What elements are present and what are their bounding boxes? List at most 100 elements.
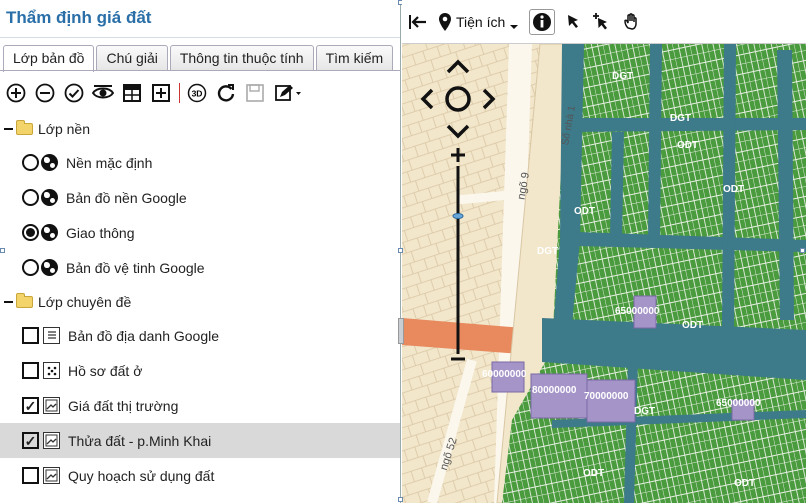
layer-label: Giá đất thị trường bbox=[68, 397, 179, 414]
street-label: ngõ 9 bbox=[515, 171, 533, 201]
globe-icon bbox=[41, 224, 58, 241]
dice-icon bbox=[43, 362, 60, 379]
street-label: Số nhà 1 bbox=[560, 104, 578, 147]
layer-market-land-price[interactable]: ✓ Giá đất thị trường bbox=[0, 388, 400, 423]
resize-handle[interactable] bbox=[0, 248, 5, 253]
table-icon[interactable] bbox=[121, 82, 143, 104]
layer-panel: Thẩm định giá đất Lớp bản đồ Chú giải Th… bbox=[0, 0, 401, 503]
save-icon[interactable] bbox=[244, 82, 266, 104]
checkbox[interactable] bbox=[22, 467, 39, 484]
eye-icon[interactable] bbox=[92, 82, 114, 104]
price-label: 65000000 bbox=[615, 306, 660, 317]
pan-center-icon[interactable] bbox=[445, 86, 471, 112]
price-label: 65000000 bbox=[716, 398, 761, 409]
layer-label: Bản đồ nền Google bbox=[66, 189, 187, 206]
select-arrow-icon[interactable] bbox=[565, 12, 583, 32]
tab-search[interactable]: Tìm kiếm bbox=[315, 45, 394, 70]
refresh-icon[interactable] bbox=[215, 82, 237, 104]
layer-label: Giao thông bbox=[66, 224, 135, 241]
parcel-label: ODT bbox=[734, 478, 756, 489]
parcel-label: ODT bbox=[574, 206, 596, 217]
select-add-icon[interactable] bbox=[593, 12, 613, 32]
checkbox-checked[interactable]: ✓ bbox=[22, 432, 39, 449]
pan-right-icon[interactable] bbox=[482, 88, 496, 110]
layer-traffic[interactable]: Giao thông bbox=[0, 215, 400, 250]
panel-title: Thẩm định giá đất bbox=[0, 0, 400, 38]
map-toolbar: Tiện ích bbox=[402, 0, 806, 44]
resize-handle[interactable] bbox=[800, 248, 805, 253]
layer-label: Bản đồ địa danh Google bbox=[68, 327, 220, 344]
panel-splitter[interactable] bbox=[398, 318, 404, 344]
checkbox[interactable] bbox=[22, 327, 39, 344]
document-icon bbox=[43, 327, 60, 344]
price-label: 80000000 bbox=[532, 385, 577, 396]
map-navigation-control bbox=[420, 56, 496, 366]
layer-land-use-planning[interactable]: Quy hoạch sử dụng đất bbox=[0, 458, 400, 493]
layer-residential-records[interactable]: Hồ sơ đất ở bbox=[0, 353, 400, 388]
parcel-label: DGT bbox=[537, 246, 559, 257]
exit-icon[interactable] bbox=[408, 12, 428, 32]
dropdown-caret-icon bbox=[510, 24, 519, 29]
edit-icon[interactable] bbox=[273, 82, 303, 104]
layer-label: Thửa đất - p.Minh Khai bbox=[68, 432, 212, 449]
map-layer-icon bbox=[43, 432, 60, 449]
tab-divider bbox=[0, 70, 401, 71]
check-icon[interactable] bbox=[63, 82, 85, 104]
layer-tree: Lớp nền Nền mặc định Bản đồ nền Google G… bbox=[0, 112, 400, 493]
tab-attributes[interactable]: Thông tin thuộc tính bbox=[169, 45, 314, 70]
layer-parcels-minh-khai[interactable]: ✓ Thửa đất - p.Minh Khai bbox=[0, 423, 400, 458]
checkbox[interactable] bbox=[22, 362, 39, 379]
radio-button[interactable] bbox=[22, 259, 39, 276]
map-layer-icon bbox=[43, 467, 60, 484]
price-label: 70000000 bbox=[584, 391, 629, 402]
collapse-icon[interactable] bbox=[4, 127, 13, 130]
resize-handle[interactable] bbox=[398, 248, 403, 253]
utilities-menu[interactable]: Tiện ích bbox=[438, 12, 519, 32]
radio-button-selected[interactable] bbox=[22, 224, 39, 241]
3d-icon[interactable]: 3D bbox=[186, 82, 208, 104]
pan-up-icon[interactable] bbox=[446, 59, 470, 74]
street-label: ngõ 52 bbox=[437, 436, 460, 472]
globe-icon bbox=[41, 259, 58, 276]
add-layer-icon[interactable] bbox=[5, 82, 27, 104]
map-view[interactable]: Tiện ích ngõ 9 Số nhà 1 ngõ 52 DGT DGT O… bbox=[402, 0, 806, 503]
tab-map-layers[interactable]: Lớp bản đồ bbox=[3, 45, 95, 72]
radio-button[interactable] bbox=[22, 189, 39, 206]
layer-toolbar: 3D bbox=[5, 80, 310, 106]
group-base-layers[interactable]: Lớp nền bbox=[0, 112, 400, 145]
parcel-label: DGT bbox=[634, 406, 656, 417]
checkbox-checked[interactable]: ✓ bbox=[22, 397, 39, 414]
collapse-icon[interactable] bbox=[4, 300, 13, 303]
zoom-in-icon[interactable] bbox=[451, 148, 465, 162]
layer-google-placenames[interactable]: Bản đồ địa danh Google bbox=[0, 318, 400, 353]
parcel-label: ODT bbox=[583, 468, 605, 479]
zoom-slider-handle[interactable] bbox=[452, 213, 464, 219]
zoom-slider-track[interactable] bbox=[456, 166, 460, 354]
layer-label: Quy hoạch sử dụng đất bbox=[68, 467, 215, 484]
resize-handle[interactable] bbox=[398, 497, 403, 502]
location-pin-icon bbox=[439, 12, 451, 31]
group-label: Lớp nền bbox=[38, 120, 91, 137]
globe-icon bbox=[41, 189, 58, 206]
globe-icon bbox=[41, 154, 58, 171]
group-thematic-layers[interactable]: Lớp chuyên đề bbox=[0, 285, 400, 318]
folder-icon bbox=[16, 119, 33, 135]
pan-down-icon[interactable] bbox=[446, 124, 470, 139]
map-layer-icon bbox=[43, 397, 60, 414]
pan-left-icon[interactable] bbox=[420, 88, 434, 110]
parcel-label: ODT bbox=[723, 184, 745, 195]
layer-label: Bản đồ vệ tinh Google bbox=[66, 259, 205, 276]
price-label: 60000000 bbox=[482, 369, 527, 380]
folder-icon bbox=[16, 292, 33, 308]
layer-default-base[interactable]: Nền mặc định bbox=[0, 145, 400, 180]
toolbar-separator bbox=[179, 83, 180, 103]
remove-layer-icon[interactable] bbox=[34, 82, 56, 104]
layer-google-satellite[interactable]: Bản đồ vệ tinh Google bbox=[0, 250, 400, 285]
layer-google-base[interactable]: Bản đồ nền Google bbox=[0, 180, 400, 215]
pan-hand-icon[interactable] bbox=[623, 12, 641, 32]
info-icon[interactable] bbox=[529, 8, 556, 35]
radio-button[interactable] bbox=[22, 154, 39, 171]
plus-box-icon[interactable] bbox=[150, 82, 172, 104]
tab-legend[interactable]: Chú giải bbox=[96, 45, 168, 70]
panel-tabs: Lớp bản đồ Chú giải Thông tin thuộc tính… bbox=[3, 45, 395, 72]
